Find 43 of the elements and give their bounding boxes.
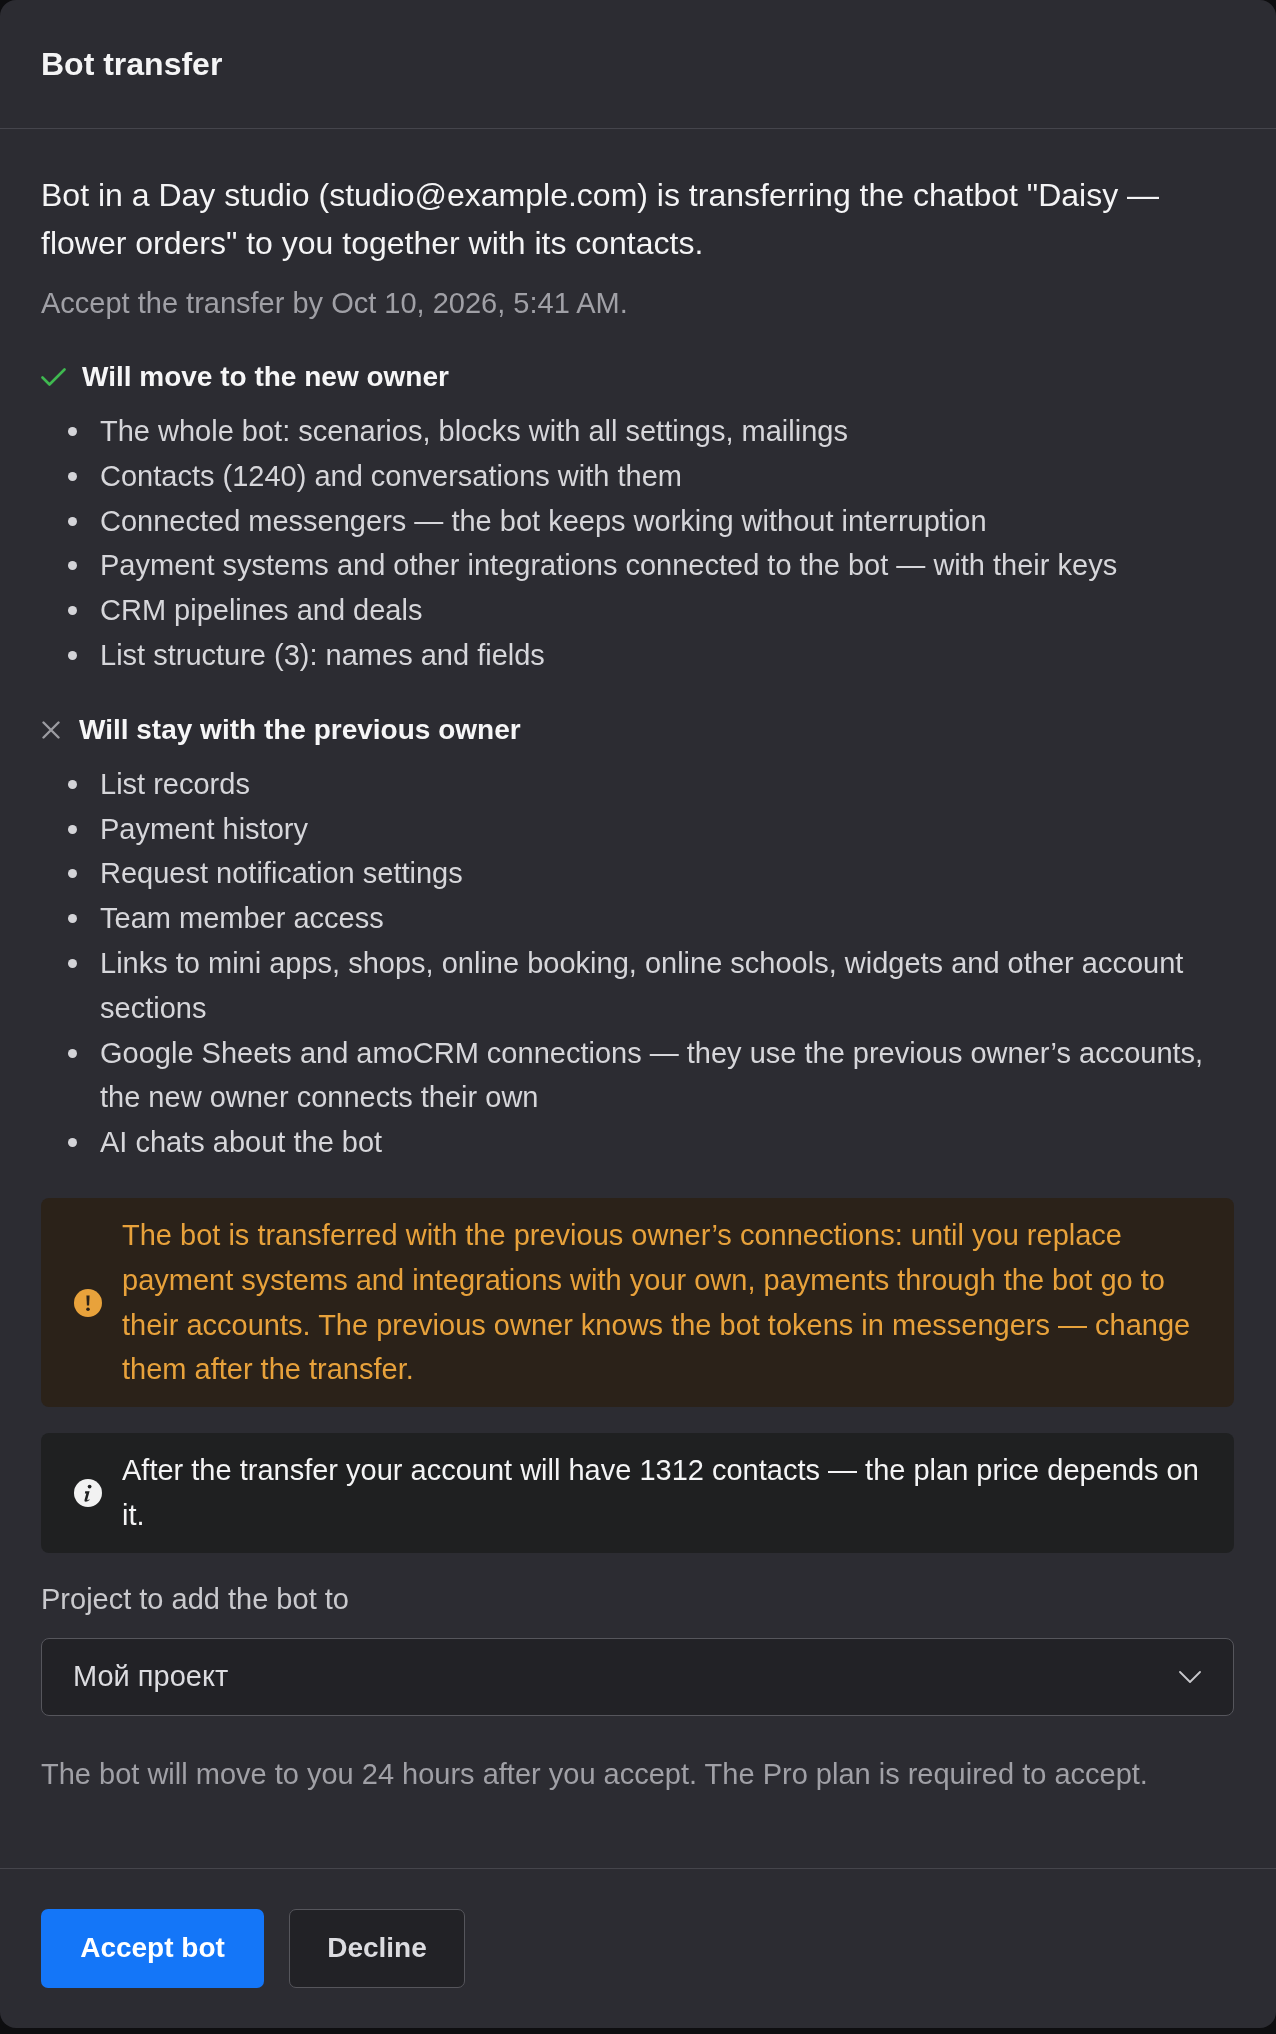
bullet-icon bbox=[68, 1138, 77, 1148]
bullet-icon bbox=[68, 651, 77, 660]
notice-text: The bot is transferred with the previous owner’s connections: until you replace payment systems and integrations with your own, payments through the bot go to their accounts. The previous owner knows the bot tokens in messengers — change them after the transfer. bbox=[122, 1217, 1192, 1388]
bullet-icon bbox=[68, 516, 77, 526]
deadline-text: Accept the transfer by Oct 10, 2026, 5:41 AM. bbox=[41, 286, 629, 321]
list-item: Connected messengers — the bot keeps working without interruption bbox=[100, 503, 987, 539]
section-heading: Will move to the new owner bbox=[82, 360, 449, 394]
bullet-icon bbox=[68, 561, 77, 571]
bullet-icon bbox=[68, 869, 77, 879]
info-icon bbox=[74, 1478, 102, 1507]
list-item: List structure (3): names and fields bbox=[100, 638, 545, 673]
footnote-text: The bot will move to you 24 hours after you accept. The Pro plan is required to accept. bbox=[41, 1756, 1149, 1792]
cross-icon bbox=[42, 720, 60, 739]
exclamation-icon bbox=[74, 1288, 102, 1317]
field-label: Project to add the bot to bbox=[41, 1581, 350, 1617]
list-item: Contacts (1240) and conversations with them bbox=[100, 458, 682, 494]
bullet-icon bbox=[68, 958, 77, 968]
list-item: Payment history bbox=[100, 811, 308, 847]
bullet-icon bbox=[68, 779, 77, 789]
decline-button[interactable]: Decline bbox=[289, 1908, 465, 1988]
bullet-icon bbox=[68, 914, 77, 924]
bullet-icon bbox=[68, 471, 77, 481]
dialog-title: Bot transfer bbox=[41, 45, 223, 83]
list-item: CRM pipelines and deals bbox=[100, 593, 423, 629]
list-item: Links to mini apps, shops, online booking, online schools, widgets and other account sections bbox=[100, 945, 1185, 1026]
notice-text: After the transfer your account will have 1312 contacts — the plan price depends on it. bbox=[122, 1453, 1200, 1533]
bullet-icon bbox=[68, 824, 77, 834]
list-item: Payment systems and other integrations connected to the bot — with their keys bbox=[100, 548, 1118, 584]
bullet-icon bbox=[68, 1048, 77, 1058]
accept-button[interactable]: Accept bot bbox=[41, 1908, 264, 1988]
bullet-icon bbox=[68, 427, 77, 436]
section-heading: Will stay with the previous owner bbox=[79, 712, 521, 747]
list-item: The whole bot: scenarios, blocks with all settings, mailings bbox=[100, 414, 848, 449]
bullet-icon bbox=[68, 606, 77, 616]
list-item: Request notification settings bbox=[100, 856, 463, 892]
list-item: AI chats about the bot bbox=[100, 1125, 383, 1161]
chevron-down-icon bbox=[1179, 1670, 1201, 1683]
list-item: List records bbox=[100, 766, 250, 802]
project-select[interactable]: Мой проект bbox=[41, 1637, 1234, 1716]
list-item: Team member access bbox=[100, 901, 384, 937]
check-icon bbox=[41, 368, 66, 386]
transfer-message: Bot in a Day studio (studio@example.com) is transferring the chatbot "Daisy — flower orders" to you together with its contacts. bbox=[41, 176, 1161, 263]
list-item: Google Sheets and amoCRM connections — they use the previous owner’s accounts, the new owner connects their own bbox=[100, 1035, 1205, 1116]
